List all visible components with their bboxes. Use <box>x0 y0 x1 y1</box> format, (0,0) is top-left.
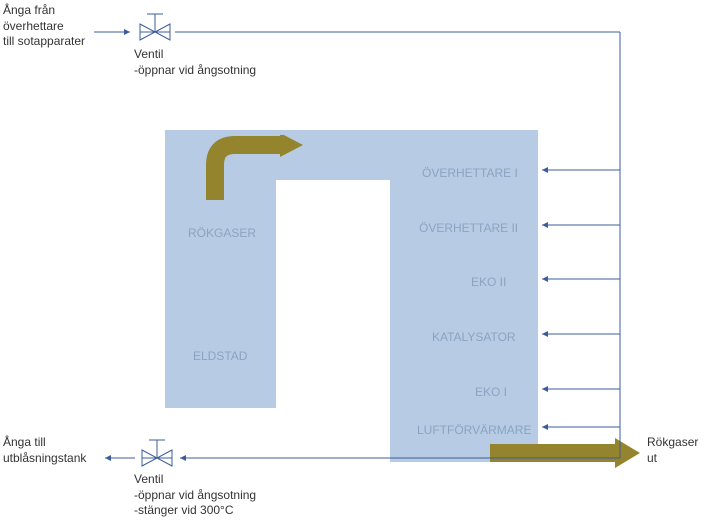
valve-bottom-icon <box>132 436 182 476</box>
valve-top-icon <box>130 10 180 50</box>
label-steam-to: Ånga till utblåsningstank <box>3 435 86 466</box>
label-valve-bottom: Ventil -öppnar vid ångsotning -stänger v… <box>134 472 256 519</box>
label-steam-from: Ånga från överhettare till sotapparater <box>3 3 85 50</box>
label-flue-gas-out: Rökgaser ut <box>647 435 698 466</box>
label-valve-top: Ventil -öppnar vid ångsotning <box>134 47 256 78</box>
steam-line-top <box>0 0 705 521</box>
